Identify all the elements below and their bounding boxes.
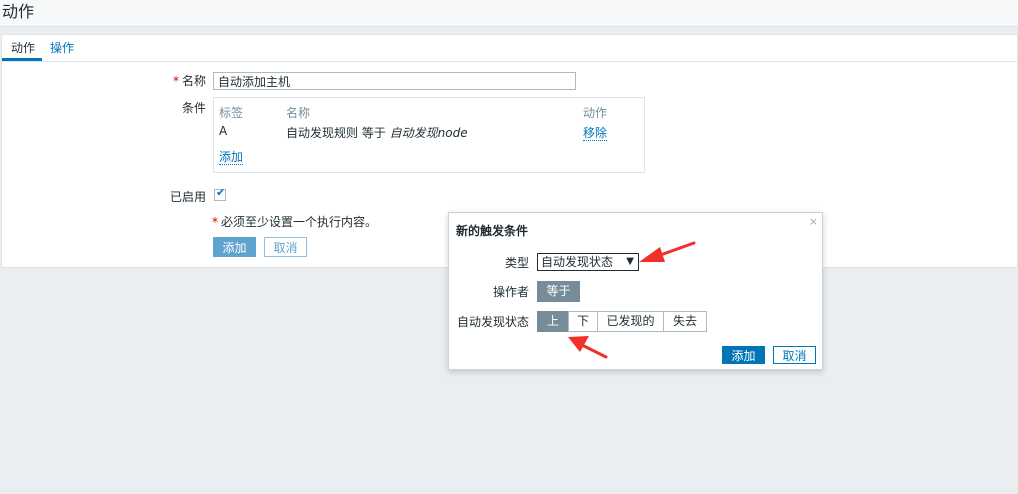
active-tab-indicator [2,58,42,61]
column-header-name: 名称 [286,106,311,120]
page-header: 动作 [0,0,1018,27]
cancel-action-button[interactable]: 取消 [264,237,307,257]
enabled-checkbox[interactable]: ✔ [214,186,226,201]
condition-row-label: A [219,124,228,138]
dialog-add-button[interactable]: 添加 [722,346,765,364]
close-icon[interactable]: × [809,215,818,228]
column-header-label: 标签 [219,106,244,120]
conditions-label: 条件 [181,101,206,115]
type-select[interactable]: 自动发现状态 ▼ [537,253,639,271]
type-label: 类型 [504,256,529,270]
add-condition-link[interactable]: 添加 [219,150,244,165]
tab-bar: 动作 操作 [2,35,1017,62]
enabled-label: 已启用 [169,190,206,204]
status-option-discovered[interactable]: 已发现的 [597,311,664,332]
add-action-button[interactable]: 添加 [213,237,256,257]
discovery-status-label: 自动发现状态 [456,315,529,329]
dropdown-arrow-icon: ▼ [626,256,634,267]
condition-row-value: 自动发现node [389,126,468,140]
check-icon: ✔ [216,186,226,199]
header-gap [0,27,1018,33]
tab-action[interactable]: 动作 [11,39,35,56]
conditions-table: 标签 名称 动作 A 自动发现规则 等于 自动发现node 移除 添加 [213,97,645,173]
page-title: 动作 [2,2,35,21]
add-condition-wrap: 添加 [219,148,244,165]
condition-row-action: 移除 [583,124,608,141]
tab-operations[interactable]: 操作 [50,39,74,56]
new-condition-dialog: 新的触发条件 × 类型 自动发现状态 ▼ 操作者 等于 自动发现状态 上 下 已… [448,212,823,370]
name-input[interactable] [213,72,576,90]
operator-equals-button[interactable]: 等于 [537,281,580,302]
operator-label: 操作者 [492,285,529,299]
name-label: * 名称 [172,74,206,88]
dialog-title: 新的触发条件 [456,224,529,238]
column-header-action: 动作 [583,106,608,120]
condition-row-name: 自动发现规则 等于 自动发现node [286,126,468,140]
status-option-down[interactable]: 下 [568,311,598,332]
status-option-up[interactable]: 上 [537,311,569,332]
status-option-lost[interactable]: 失去 [663,311,707,332]
required-asterisk: * [172,74,179,88]
remove-condition-link[interactable]: 移除 [583,126,608,141]
dialog-cancel-button[interactable]: 取消 [773,346,816,364]
form-note: * 必须至少设置一个执行内容。 [212,215,378,229]
